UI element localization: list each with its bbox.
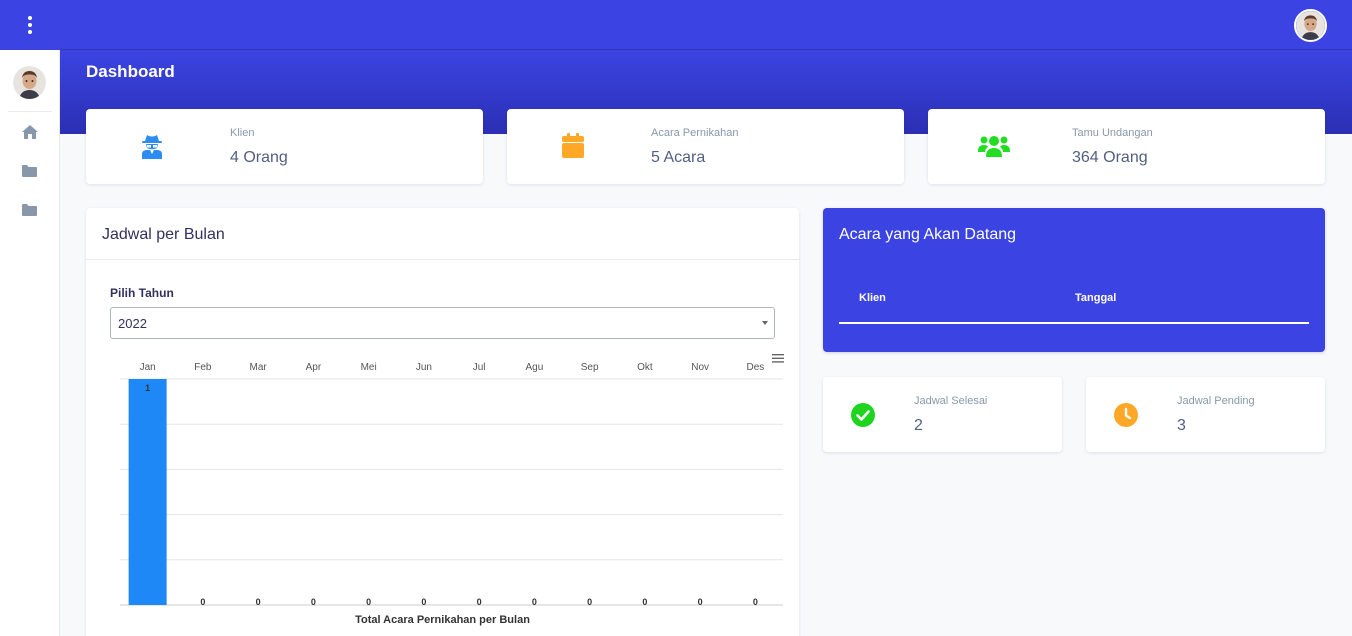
users-icon — [978, 136, 1010, 157]
kebab-menu-icon[interactable] — [28, 16, 32, 34]
sidebar-item-folder-1[interactable] — [0, 151, 59, 190]
user-secret-icon — [142, 135, 162, 159]
stat-value: 364 Orang — [1072, 149, 1148, 166]
chart-category-label: Mei — [361, 362, 377, 373]
sidebar — [0, 0, 60, 636]
stat-card-tamu: Tamu Undangan 364 Orang — [928, 109, 1325, 184]
chart-category-label: Des — [746, 362, 764, 373]
upcoming-events-title: Acara yang Akan Datang — [839, 226, 1017, 243]
status-value: 2 — [914, 417, 923, 434]
chart-category-label: Okt — [637, 362, 653, 373]
chart-data-label: 0 — [698, 597, 703, 607]
chart-data-label: 0 — [532, 597, 537, 607]
chart-category-label: Feb — [194, 362, 212, 373]
chart-data-label: 0 — [256, 597, 261, 607]
sidebar-item-folder-2[interactable] — [0, 190, 59, 229]
status-card-pending: Jadwal Pending 3 — [1086, 377, 1325, 452]
chart-category-label: Sep — [581, 362, 599, 373]
stat-label: Acara Pernikahan — [651, 127, 739, 139]
status-value: 3 — [1177, 417, 1186, 434]
column-header-tanggal: Tanggal — [1075, 292, 1117, 304]
chart-data-label: 0 — [587, 597, 592, 607]
year-select-label: Pilih Tahun — [110, 286, 174, 300]
check-circle-icon — [851, 403, 875, 427]
folder-icon — [22, 164, 37, 177]
chart-data-label: 0 — [642, 597, 647, 607]
stat-label: Tamu Undangan — [1072, 127, 1153, 139]
chart-data-label: 1 — [145, 383, 150, 393]
chart-data-label: 0 — [366, 597, 371, 607]
schedule-card-title: Jadwal per Bulan — [102, 226, 225, 243]
sidebar-avatar[interactable] — [13, 66, 46, 99]
chart-category-label: Jul — [473, 362, 486, 373]
schedule-card-header: Jadwal per Bulan — [86, 208, 799, 260]
status-label: Jadwal Selesai — [914, 395, 988, 407]
chart-data-label: 0 — [200, 597, 205, 607]
table-header-divider — [839, 322, 1309, 324]
chart-category-label: Apr — [306, 362, 322, 373]
status-card-selesai: Jadwal Selesai 2 — [823, 377, 1062, 452]
top-navbar — [60, 0, 1352, 50]
page-title: Dashboard — [86, 62, 175, 81]
chart-bar[interactable] — [128, 379, 167, 605]
stat-card-acara: Acara Pernikahan 5 Acara — [507, 109, 904, 184]
bar-chart: Jan 1 Feb 0 Mar 0 Apr 0 Mei 0 Jun 0 Jul 0 Agu 0 Sep 0 Okt 0… — [120, 362, 783, 607]
year-select-value: 2022 — [118, 316, 147, 331]
user-avatar[interactable] — [1294, 9, 1327, 42]
stat-value: 5 Acara — [651, 149, 706, 166]
folder-icon — [22, 203, 37, 216]
chart-category-label: Jun — [416, 362, 432, 373]
chart-data-label: 0 — [753, 597, 758, 607]
stat-value: 4 Orang — [230, 149, 288, 166]
home-icon — [21, 124, 38, 139]
chart-data-label: 0 — [421, 597, 426, 607]
chart-title: Total Acara Pernikahan per Bulan — [355, 614, 530, 626]
chart-data-label: 0 — [311, 597, 316, 607]
stat-card-klien: Klien 4 Orang — [86, 109, 483, 184]
chart-category-label: Agu — [525, 362, 543, 373]
status-label: Jadwal Pending — [1177, 395, 1255, 407]
chart-category-label: Jan — [140, 362, 156, 373]
stat-label: Klien — [230, 127, 255, 139]
sidebar-item-home[interactable] — [0, 112, 59, 151]
column-header-klien: Klien — [859, 292, 886, 304]
chart-category-label: Nov — [691, 362, 709, 373]
schedule-card: Jadwal per Bulan Pilih Tahun 2022 Jan 1 Fe… — [86, 208, 799, 636]
year-select[interactable]: 2022 — [110, 307, 775, 339]
upcoming-events-card: Acara yang Akan Datang Klien Tanggal — [823, 208, 1325, 352]
calendar-icon — [562, 133, 584, 158]
clock-icon — [1114, 403, 1138, 427]
sidebar-toggle[interactable] — [0, 0, 60, 50]
chart-category-label: Mar — [250, 362, 268, 373]
chevron-down-icon — [762, 321, 768, 325]
chart-data-label: 0 — [477, 597, 482, 607]
